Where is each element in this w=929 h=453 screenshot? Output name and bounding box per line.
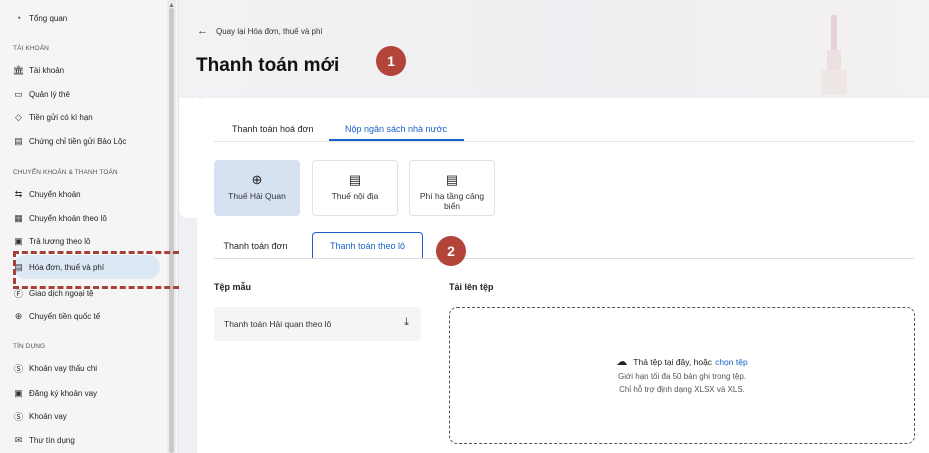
scroll-up-icon[interactable]: ▲ [168,2,175,9]
sidebar-section-account: TÀI KHOẢN [13,45,49,52]
sidebar-item-overview[interactable]: ◔ Tổng quan [13,11,67,25]
dashboard-icon: ◔ [15,13,22,23]
loan-icon: Ⓢ [13,363,23,374]
file-drop-zone[interactable]: ☁ Thả tệp tại đây, hoặc chọn tệp Giới hạ… [449,307,915,444]
sidebar-item-loan[interactable]: Ⓢ Khoản vay [13,409,67,423]
building-illustration [821,15,847,95]
tile-customs-tax[interactable]: ⊕ Thuế Hải Quan [214,160,300,216]
main-content: ← Quay lại Hóa đơn, thuế và phí Thanh to… [179,0,929,453]
sidebar-scrollbar-thumb[interactable] [169,8,174,453]
sidebar-item-transfer[interactable]: ⇆ Chuyển khoản [13,187,81,201]
subtab-single-payment[interactable]: Thanh toán đơn [214,232,297,259]
step-badge-1: 1 [376,46,406,76]
highlight-dashed-bottom [13,286,188,289]
deposit-icon: ◇ [15,111,22,122]
certificate-icon: ▤ [14,135,23,146]
header-banner [179,0,929,95]
sidebar-item-account[interactable]: 🏛 Tài khoản [13,63,64,77]
choose-file-link[interactable]: chọn tệp [715,357,748,367]
fx-icon: Ⓕ [13,288,23,299]
globe-icon: ⊕ [14,310,23,321]
back-link[interactable]: ← Quay lại Hóa đơn, thuế và phí [197,25,323,37]
arrow-left-icon: ← [197,25,208,37]
globe-tax-icon: ⊕ [251,172,263,187]
sidebar-item-card-management[interactable]: ▭ Quản lý thẻ [13,87,70,101]
tile-domestic-tax[interactable]: ▤ Thuế nội địa [312,160,398,216]
upload-limit-text: Giới hạn tối đa 50 bản ghi trong tệp. [618,372,746,381]
register-icon: ▣ [14,387,23,398]
card-left-strip [179,98,199,218]
sidebar-item-credit-letter[interactable]: ✉ Thư tín dụng [13,433,75,447]
subtab-batch-payment[interactable]: Thanh toán theo lô [312,232,423,259]
active-tab-underline [329,139,464,141]
sidebar: ◔ Tổng quan TÀI KHOẢN 🏛 Tài khoản ▭ Quản lý… [0,0,179,453]
step-badge-2: 2 [436,236,466,266]
cloud-upload-icon: ☁ [616,356,628,368]
tab-state-budget[interactable]: Nộp ngân sách nhà nước [345,124,447,134]
subtabs-divider [214,258,914,259]
download-icon[interactable]: ⤓ [404,316,409,329]
highlight-dashed-box [13,251,188,284]
page-title: Thanh toán mới [196,55,340,76]
receipt-icon: ▤ [445,172,459,187]
document-icon: ▤ [348,172,362,187]
sidebar-section-credit: TÍN DỤNG [13,343,46,350]
transfer-arrows-icon: ⇆ [14,188,23,199]
tab-invoice-payment[interactable]: Thanh toán hoá đơn [232,124,313,134]
sidebar-item-intl-transfer[interactable]: ⊕ Chuyển tiền quốc tế [13,309,100,323]
letter-icon: ✉ [14,434,23,445]
sidebar-section-transfer: CHUYỂN KHOẢN & THANH TOÁN [13,169,118,176]
card-icon: ▭ [14,88,23,99]
sidebar-item-overdraft[interactable]: Ⓢ Khoản vay thấu chi [13,361,97,375]
template-file-item[interactable]: Thanh toán Hải quan theo lô ⤓ [214,307,421,341]
sidebar-item-loan-register[interactable]: ▣ Đăng ký khoản vay [13,386,97,400]
sidebar-item-term-deposit[interactable]: ◇ Tiền gửi có kì hạn [13,110,93,124]
tile-port-fee[interactable]: ▤ Phí hạ tầng cảng biển [409,160,495,216]
upload-section-label: Tải lên tệp [449,282,494,292]
calendar-icon: ▣ [14,235,23,246]
template-section-label: Tệp mẫu [214,282,252,292]
sidebar-item-certificate[interactable]: ▤ Chứng chỉ tiền gửi Bảo Lộc [13,134,126,148]
loan-bag-icon: Ⓢ [13,411,23,422]
bank-icon: 🏛 [12,64,25,75]
upload-format-text: Chỉ hỗ trợ định dạng XLSX và XLS. [619,385,745,394]
sidebar-item-batch-transfer[interactable]: ▦ Chuyển khoản theo lô [13,211,107,225]
tabs-divider [214,141,914,142]
table-icon: ▦ [14,212,23,223]
sidebar-item-batch-salary[interactable]: ▣ Trả lương theo lô [13,234,90,248]
